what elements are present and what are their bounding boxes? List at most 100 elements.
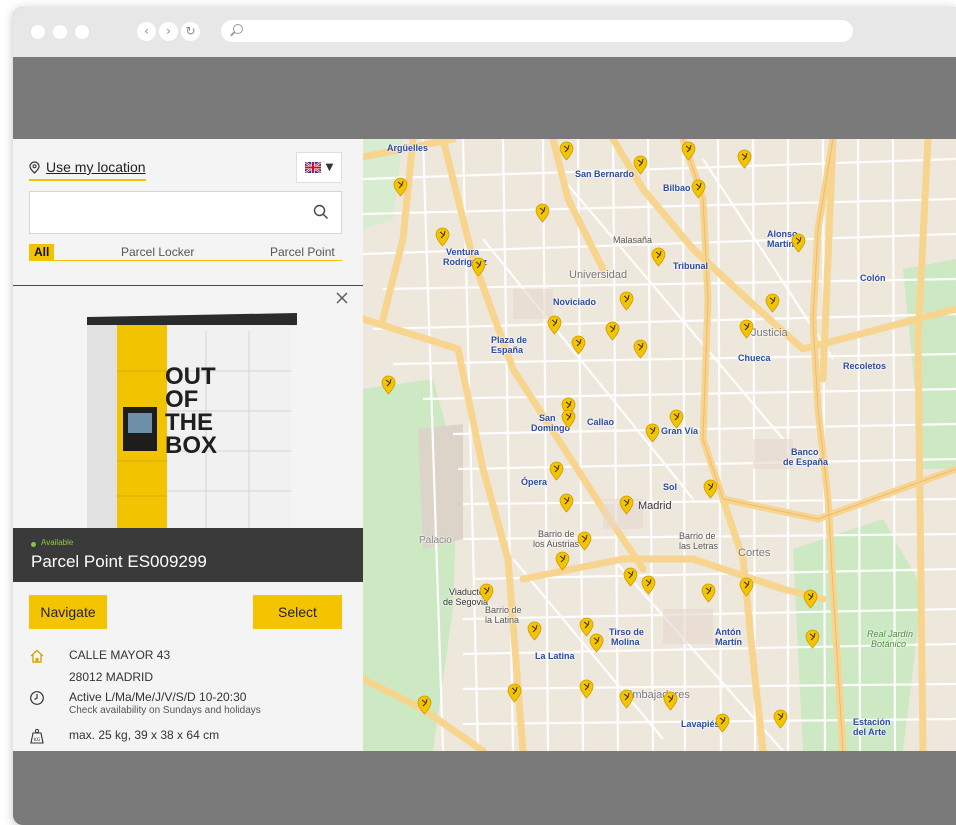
map-marker-icon[interactable] [589, 633, 604, 653]
status-badge: Available [41, 538, 74, 547]
map-label-embajadores: Embajadores [625, 689, 690, 701]
map-marker-icon[interactable] [715, 713, 730, 733]
map-label-letras: Barrio de [679, 531, 716, 541]
map-label-plaza: Plaza de [491, 335, 528, 345]
map-marker-icon[interactable] [605, 321, 620, 341]
reload-icon[interactable]: ↻ [181, 22, 200, 41]
map-marker-icon[interactable] [619, 291, 634, 311]
map-marker-icon[interactable] [479, 583, 494, 603]
map-label-ventura: Ventura [446, 247, 480, 257]
window-close-dot[interactable] [31, 25, 45, 39]
map-marker-icon[interactable] [669, 409, 684, 429]
hours-row: Active L/Ma/Me/J/V/S/D 10-20:30 Check av… [29, 689, 261, 717]
map-marker-icon[interactable] [571, 335, 586, 355]
map-marker-icon[interactable] [555, 551, 570, 571]
map-marker-icon[interactable] [633, 155, 648, 175]
map-marker-icon[interactable] [561, 409, 576, 429]
map-marker-icon[interactable] [641, 575, 656, 595]
map-marker-icon[interactable] [663, 691, 678, 711]
search-box [29, 191, 342, 234]
map-label-la-latina: La Latina [535, 651, 575, 661]
filter-tabs: All Parcel Locker Parcel Point [29, 244, 342, 261]
status-dot-icon [31, 542, 36, 547]
map-marker-icon[interactable] [619, 495, 634, 515]
browser-window: ‹ › ↻ Use my location ▼ All Parcel Locke… [13, 7, 956, 825]
map-marker-icon[interactable] [739, 319, 754, 339]
map-marker-icon[interactable] [651, 247, 666, 267]
map-marker-icon[interactable] [703, 479, 718, 499]
locker-photo: OUT OF THE BOX [81, 311, 301, 531]
tab-parcel-locker[interactable]: Parcel Locker [121, 244, 194, 260]
map-label-banco: Banco [791, 447, 819, 457]
locker-line-1: OUT [165, 363, 216, 390]
map-marker-icon[interactable] [435, 227, 450, 247]
map-marker-icon[interactable] [527, 621, 542, 641]
forward-icon[interactable]: › [159, 22, 178, 41]
map-marker-icon[interactable] [701, 583, 716, 603]
map-label-universidad: Universidad [569, 269, 628, 281]
language-selector[interactable]: ▼ [296, 152, 342, 183]
map-label-lavapies: Lavapiés [681, 719, 720, 729]
map-label-chueca: Chueca [738, 353, 771, 363]
map-label-del-arte: del Arte [853, 727, 887, 737]
map-label-san: San [539, 413, 556, 423]
map-label-anton: Antón [715, 627, 741, 637]
home-icon [30, 649, 44, 663]
map-marker-icon[interactable] [765, 293, 780, 313]
use-location-link[interactable]: Use my location [29, 159, 146, 181]
map-marker-icon[interactable] [577, 531, 592, 551]
map-marker-icon[interactable] [535, 203, 550, 223]
map-marker-icon[interactable] [393, 177, 408, 197]
map-marker-icon[interactable] [471, 257, 486, 277]
use-location-label: Use my location [46, 159, 146, 175]
window-maximize-dot[interactable] [75, 25, 89, 39]
map-marker-icon[interactable] [645, 423, 660, 443]
window-minimize-dot[interactable] [53, 25, 67, 39]
map-marker-icon[interactable] [547, 315, 562, 335]
map-marker-icon[interactable] [773, 709, 788, 729]
map-label-banco-espana: de España [783, 457, 829, 467]
map-marker-icon[interactable] [559, 493, 574, 513]
map-marker-icon[interactable] [791, 233, 806, 253]
url-bar[interactable] [221, 20, 853, 42]
chevron-down-icon: ▼ [325, 162, 334, 173]
limits-row: KG max. 25 kg, 39 x 38 x 64 cm [29, 727, 219, 744]
map-label-austrias: Barrio de [538, 529, 575, 539]
search-input[interactable] [30, 192, 300, 233]
map-marker-icon[interactable] [739, 577, 754, 597]
map-marker-icon[interactable] [619, 689, 634, 709]
map-view[interactable]: Argüelles San Bernardo Bilbao Malasaña T… [363, 139, 956, 751]
back-icon[interactable]: ‹ [137, 22, 156, 41]
map-label-espana: España [491, 345, 524, 355]
map-label-alonso-martinez: Martín [767, 239, 794, 249]
map-marker-icon[interactable] [633, 339, 648, 359]
map-label-tirso: Tirso de [609, 627, 644, 637]
tab-all[interactable]: All [29, 244, 55, 260]
point-title: Parcel Point ES009299 [31, 552, 207, 571]
map-label-madrid: Madrid [638, 500, 672, 512]
map-marker-icon[interactable] [579, 679, 594, 699]
map-marker-icon[interactable] [805, 629, 820, 649]
search-icon[interactable] [313, 204, 329, 220]
map-marker-icon[interactable] [417, 695, 432, 715]
address-row: CALLE MAYOR 43 28012 MADRID [29, 647, 170, 685]
map-marker-icon[interactable] [623, 567, 638, 587]
map-marker-icon[interactable] [559, 141, 574, 161]
clock-icon [30, 691, 44, 705]
map-marker-icon[interactable] [381, 375, 396, 395]
tab-parcel-point[interactable]: Parcel Point [270, 244, 335, 260]
navigate-button[interactable]: Navigate [29, 595, 107, 629]
select-button[interactable]: Select [253, 595, 342, 629]
map-marker-icon[interactable] [691, 179, 706, 199]
map-label-botanico: Botánico [871, 639, 907, 649]
map-marker-icon[interactable] [737, 149, 752, 169]
divider [13, 285, 363, 286]
locker-line-3: THE [165, 409, 213, 436]
map-marker-icon[interactable] [681, 141, 696, 161]
map-marker-icon[interactable] [803, 589, 818, 609]
address-street: CALLE MAYOR 43 [69, 648, 171, 662]
close-icon[interactable] [335, 291, 349, 305]
map-marker-icon[interactable] [507, 683, 522, 703]
map-label-cortes: Cortes [738, 547, 771, 559]
map-marker-icon[interactable] [549, 461, 564, 481]
